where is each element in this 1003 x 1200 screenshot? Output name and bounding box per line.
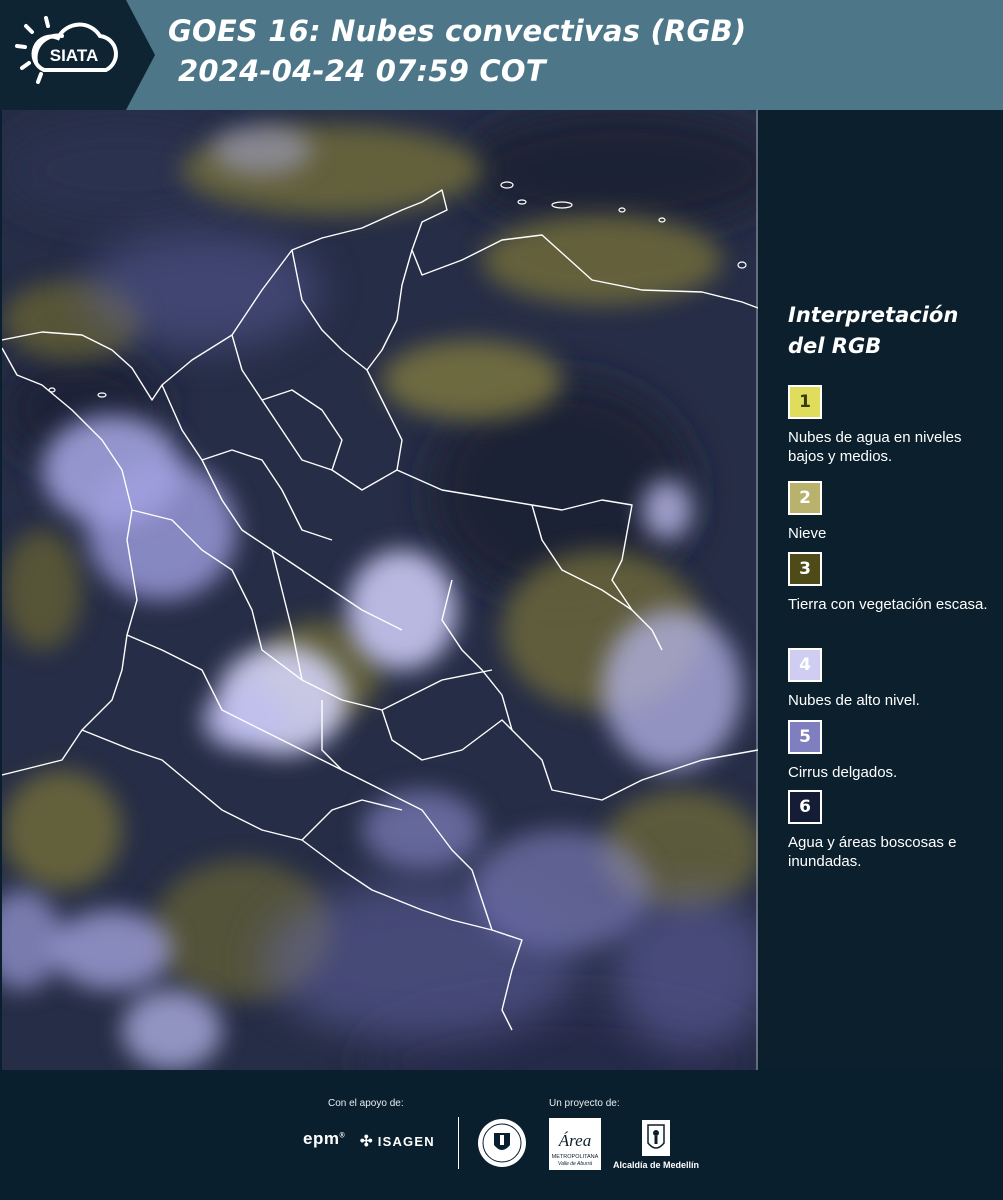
legend-swatch: 3 [788,552,822,586]
epm-logo: epm® [303,1129,346,1148]
legend-label: Agua y áreas boscosas e inundadas. [788,834,957,870]
legend-number: 4 [799,655,811,675]
legend-number: 1 [799,392,811,412]
page-timestamp: 2024-04-24 07:59 COT [178,54,546,88]
legend-label: Tierra con vegetación escasa. [788,596,988,613]
page-title: GOES 16: Nubes convectivas (RGB) [168,14,747,48]
alcaldia-crest-icon [642,1120,670,1156]
project-label: Un proyecto de: [549,1098,620,1109]
legend-panel: Interpretación del RGB 1 Nubes de agua e… [760,110,1003,1070]
medellin-seal-icon [478,1119,526,1167]
area-logo-sub2: Valle de Aburrá [558,1161,592,1167]
legend-swatch: 4 [788,648,822,682]
legend-item: 5 Cirrus delgados. [788,720,998,782]
legend-number: 3 [799,559,811,579]
header-bar: SIATA GOES 16: Nubes convectivas (RGB) 2… [0,0,1003,110]
footer-divider [458,1117,459,1169]
area-logo-sub1: METROPOLITANA [552,1154,599,1160]
support-label: Con el apoyo de: [328,1098,404,1109]
legend-swatch: 2 [788,481,822,515]
legend-swatch: 1 [788,385,822,419]
area-logo-text: Área [558,1131,591,1150]
satellite-map [2,110,758,1070]
isagen-mark-icon: ✣ [360,1133,374,1150]
legend-number: 2 [799,488,811,508]
legend-item: 2 Nieve [788,481,998,543]
siata-logo-icon: SIATA [15,16,118,84]
legend-item: 1 Nubes de agua en niveles bajos y medio… [788,385,998,466]
legend-item: 3 Tierra con vegetación escasa. [788,552,998,614]
legend-label: Nubes de alto nivel. [788,692,920,709]
legend-label: Nieve [788,525,827,542]
legend-item: 4 Nubes de alto nivel. [788,648,998,710]
legend-label: Nubes de agua en niveles bajos y medios. [788,429,962,465]
footer: Con el apoyo de: Un proyecto de: epm® ✣ … [0,1070,1003,1200]
legend-swatch: 6 [788,790,822,824]
isagen-logo: ✣ ISAGEN [360,1133,435,1150]
legend-number: 6 [799,797,811,817]
logo-block: SIATA [0,0,155,110]
legend-label: Cirrus delgados. [788,764,898,781]
legend-item: 6 Agua y áreas boscosas e inundadas. [788,790,998,871]
alcaldia-label: Alcaldía de Medellín [613,1160,700,1170]
legend-number: 5 [799,727,811,747]
area-metropolitana-logo: Área METROPOLITANA Valle de Aburrá [549,1118,601,1170]
logo-text: SIATA [50,46,98,65]
legend-title: Interpretación del RGB [788,303,959,358]
legend-swatch: 5 [788,720,822,754]
